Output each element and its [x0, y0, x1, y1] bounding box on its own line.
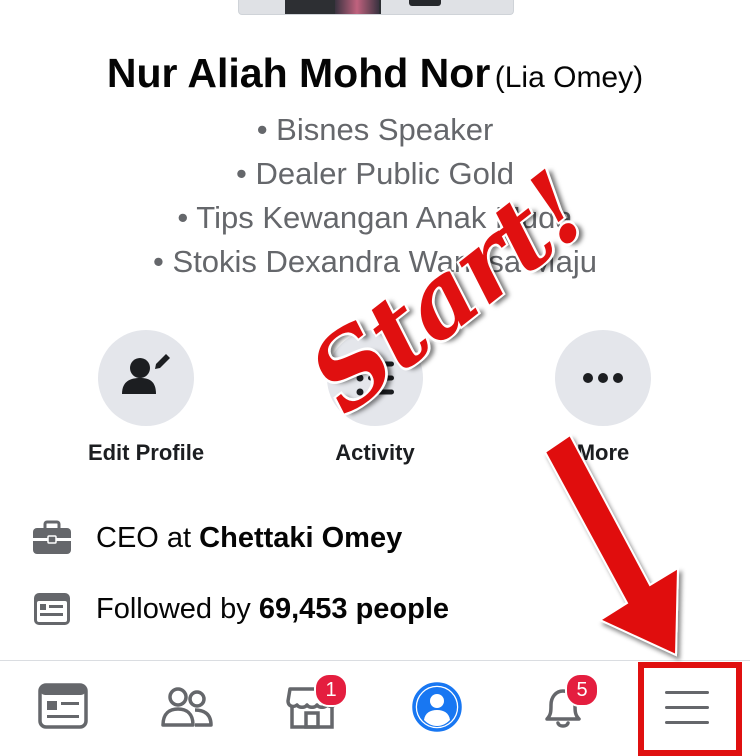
tab-notifications[interactable]: 5	[533, 673, 599, 735]
activity-label: Activity	[335, 440, 415, 465]
profile-icon	[412, 682, 462, 732]
edit-profile-label: Edit Profile	[87, 440, 205, 465]
news-feed-icon	[38, 683, 88, 729]
bio-line: • Dealer Public Gold	[236, 156, 514, 191]
profile-actions: Edit Profile Activity More	[0, 330, 750, 470]
edit-profile-button[interactable]: Edit Profile	[56, 330, 236, 466]
profile-bio: • Bisnes Speaker • Dealer Public Gold • …	[0, 108, 750, 284]
profile-name-main: Nur Aliah Mohd Nor	[106, 50, 491, 96]
profile-alternate-name: (Lia Omey)	[494, 61, 644, 94]
activity-button[interactable]: Activity	[285, 330, 465, 466]
notifications-badge: 5	[565, 673, 599, 707]
work-info-text: CEO at Chettaki Omey	[96, 522, 402, 555]
more-icon	[555, 330, 651, 426]
tab-news-feed[interactable]	[33, 679, 93, 735]
followers-feed-icon	[30, 587, 74, 631]
edit-profile-icon	[98, 330, 194, 426]
bio-line: • Bisnes Speaker	[256, 112, 494, 147]
bio-line: • Stokis Dexandra Wangsa Maju	[153, 244, 597, 279]
followers-count: 69,453 people	[258, 592, 450, 625]
tab-menu[interactable]	[657, 679, 717, 735]
tab-friends[interactable]	[157, 679, 217, 735]
work-info-employer[interactable]: Chettaki Omey	[199, 522, 402, 554]
work-info-prefix: CEO at	[96, 521, 200, 554]
bottom-tab-bar: 1 5	[0, 660, 750, 751]
profile-name: Nur Aliah Mohd Nor (Lia Omey)	[0, 50, 750, 97]
cover-photo[interactable]	[238, 0, 514, 15]
friends-icon	[161, 687, 213, 727]
work-info-row[interactable]: CEO at Chettaki Omey	[30, 514, 402, 562]
marketplace-badge: 1	[314, 673, 348, 707]
more-button[interactable]: More	[513, 330, 693, 466]
followers-info-text: Followed by 69,453 people	[96, 593, 449, 626]
followers-info-row[interactable]: Followed by 69,453 people	[30, 585, 449, 633]
followers-info-prefix: Followed by	[96, 592, 259, 625]
tab-marketplace[interactable]: 1	[282, 673, 348, 735]
activity-list-icon	[327, 330, 423, 426]
hamburger-menu-icon	[665, 691, 709, 724]
briefcase-icon	[30, 516, 74, 560]
cover-photo-accent	[335, 0, 379, 14]
cover-photo-object	[409, 0, 441, 6]
bio-line: • Tips Kewangan Anak Muda	[177, 200, 573, 235]
tab-profile[interactable]	[407, 679, 467, 735]
more-label: More	[576, 440, 630, 465]
